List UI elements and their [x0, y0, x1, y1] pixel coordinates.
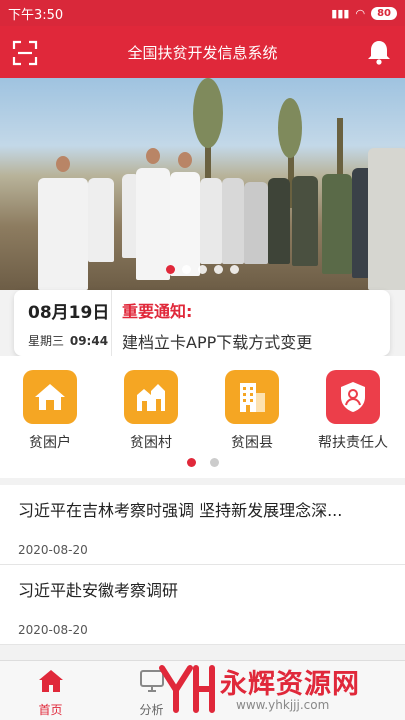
- page-title: 全国扶贫开发信息系统: [127, 43, 278, 62]
- battery-icon: 80: [371, 6, 397, 20]
- watermark-url: www.yhkjjj.com: [236, 698, 330, 712]
- status-time: 下午3:50: [8, 7, 64, 23]
- banner-photo-person: [178, 152, 192, 168]
- grid-item-label: 贫困户: [29, 435, 71, 451]
- grid-page-dots: [0, 458, 405, 467]
- bell-icon[interactable]: [365, 38, 393, 66]
- building-icon: [225, 370, 279, 424]
- watermark-logo-icon: [159, 665, 215, 713]
- banner-dot[interactable]: [230, 265, 239, 274]
- banner-dots: [0, 265, 405, 274]
- tab-label: 首页: [38, 703, 63, 717]
- news-title: 习近平在吉林考察时强调 坚持新发展理念深...: [18, 501, 343, 520]
- grid-page-dot[interactable]: [186, 458, 196, 467]
- village-icon: [124, 370, 178, 424]
- banner-carousel[interactable]: [0, 78, 405, 290]
- home-icon: [38, 670, 63, 692]
- function-grid: 贫困户 贫困村 贫困县 帮扶责任人: [0, 356, 405, 478]
- news-date: 2020-08-20: [18, 543, 88, 557]
- status-bar: 下午3:50 ▮▮▮ ◠ 80: [0, 0, 405, 26]
- notice-weekday: 星期三: [28, 334, 65, 348]
- grid-item-responsible-person[interactable]: 帮扶责任人: [308, 370, 398, 452]
- banner-photo-person: [292, 176, 318, 266]
- banner-photo-person: [222, 178, 244, 264]
- grid-page-dot[interactable]: [209, 458, 219, 467]
- grid-item-label: 帮扶责任人: [318, 435, 388, 451]
- banner-dot[interactable]: [182, 265, 191, 274]
- grid-item-poor-village[interactable]: 贫困村: [106, 370, 196, 452]
- notice-card[interactable]: 08月19日 星期三 09:44 重要通知: 建档立卡APP下载方式变更: [14, 290, 390, 356]
- notice-message: 重要通知: 建档立卡APP下载方式变更: [112, 290, 312, 356]
- watermark-name: 永辉资源网: [220, 669, 360, 700]
- news-list: 习近平在吉林考察时强调 坚持新发展理念深... 2020-08-20 习近平赴安…: [0, 485, 405, 645]
- grid-item-label: 贫困村: [130, 435, 172, 451]
- notice-weekday-time: 星期三 09:44: [28, 332, 111, 349]
- app-header: 全国扶贫开发信息系统: [0, 26, 405, 78]
- banner-photo-person: [200, 178, 222, 264]
- notice-time: 09:44: [69, 334, 109, 348]
- banner-photo-person: [88, 178, 114, 262]
- notice-title: 重要通知:: [122, 302, 193, 321]
- banner-dot[interactable]: [166, 265, 175, 274]
- news-date: 2020-08-20: [18, 623, 88, 637]
- grid-item-poor-household[interactable]: 贫困户: [5, 370, 95, 452]
- banner-photo-person: [146, 148, 160, 164]
- status-icons: ▮▮▮ ◠ 80: [331, 6, 397, 20]
- banner-dot[interactable]: [214, 265, 223, 274]
- banner-photo-person: [170, 172, 200, 276]
- notice-date: 08月19日: [28, 303, 110, 323]
- banner-photo-foliage: [278, 98, 302, 158]
- banner-photo-person: [322, 174, 352, 274]
- scan-icon[interactable]: [12, 40, 38, 66]
- banner-dot[interactable]: [198, 265, 207, 274]
- wifi-icon: ◠: [355, 6, 366, 20]
- news-title: 习近平赴安徽考察调研: [18, 581, 179, 600]
- notice-text[interactable]: 建档立卡APP下载方式变更: [122, 329, 312, 353]
- banner-photo-foliage: [193, 78, 223, 148]
- watermark: 永辉资源网 www.yhkjjj.com: [158, 660, 405, 720]
- grid-item-label: 贫困县: [231, 435, 273, 451]
- notice-date-block: 08月19日 星期三 09:44: [14, 290, 112, 356]
- news-item[interactable]: 习近平在吉林考察时强调 坚持新发展理念深... 2020-08-20: [0, 485, 405, 565]
- house-icon: [23, 370, 77, 424]
- banner-photo-person: [268, 178, 290, 264]
- person-shield-icon: [326, 370, 380, 424]
- banner-photo-person: [56, 156, 70, 172]
- tab-home[interactable]: 首页: [0, 661, 101, 720]
- grid-item-poor-county[interactable]: 贫困县: [207, 370, 297, 452]
- banner-photo-person: [136, 168, 170, 280]
- news-item[interactable]: 习近平赴安徽考察调研 2020-08-20: [0, 565, 405, 645]
- banner-photo-person: [244, 182, 268, 264]
- signal-icon: ▮▮▮: [331, 6, 350, 20]
